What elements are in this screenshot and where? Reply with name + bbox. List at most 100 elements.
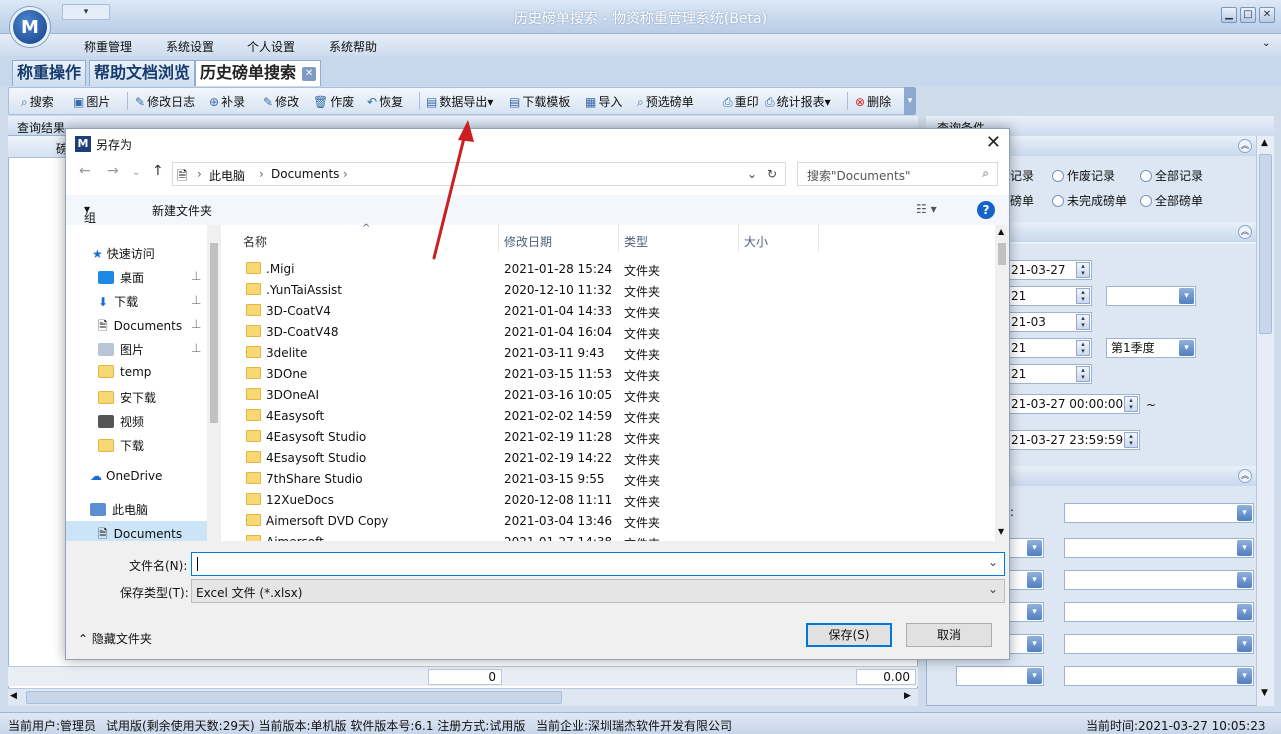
nav-onedrive[interactable]: ☁ OneDrive bbox=[90, 469, 162, 483]
file-row[interactable]: 4Easysoft 2021-02-02 14:59 文件夹 bbox=[242, 406, 802, 427]
chevron-down-icon[interactable]: ▾ bbox=[1027, 636, 1042, 652]
scroll-up-icon[interactable]: ▲ bbox=[1261, 138, 1268, 148]
quarter-year-field[interactable]: 21 ▴ ▾ bbox=[1006, 338, 1092, 358]
breadcrumb-documents[interactable]: Documents bbox=[271, 167, 339, 181]
chevron-down-icon[interactable]: ⌄ bbox=[988, 555, 998, 569]
nav-downloads-folder[interactable]: 下载 bbox=[98, 437, 144, 454]
tab-history-search[interactable]: 历史磅单搜索 ✕ bbox=[195, 60, 322, 86]
file-row[interactable]: 3D-CoatV4 2021-01-04 14:33 文件夹 bbox=[242, 301, 802, 322]
cancel-button[interactable]: 取消 bbox=[906, 623, 992, 647]
chevron-down-icon[interactable]: ▾ bbox=[1237, 540, 1252, 556]
end-datetime-field[interactable]: 21-03-27 23:59:59 ▴ ▾ bbox=[1006, 430, 1140, 450]
chevron-down-icon[interactable]: ▾ bbox=[1027, 668, 1042, 684]
save-button[interactable]: 保存(S) bbox=[806, 623, 892, 647]
minimize-button[interactable]: ▁ bbox=[1221, 7, 1237, 23]
file-row[interactable]: 12XueDocs 2020-12-08 11:11 文件夹 bbox=[242, 490, 802, 511]
chevron-down-icon[interactable]: ▾ bbox=[1237, 636, 1252, 652]
file-row[interactable]: 4Easysoft Studio 2021-02-19 11:28 文件夹 bbox=[242, 427, 802, 448]
nav-desktop[interactable]: 桌面 ⊥ bbox=[98, 269, 201, 286]
filter-select-4[interactable]: ▾ bbox=[1064, 602, 1254, 622]
chevron-down-icon[interactable]: ▾ bbox=[1179, 340, 1194, 356]
scroll-left-icon[interactable]: ◀ bbox=[10, 691, 17, 701]
menu-system-settings[interactable]: 系统设置 bbox=[166, 38, 214, 55]
data-export-button[interactable]: ▤ 数据导出▾ bbox=[426, 93, 493, 110]
radio-all-records[interactable]: 全部记录 bbox=[1140, 167, 1203, 184]
filter-op-select-4[interactable]: ▾ bbox=[1006, 602, 1044, 622]
back-arrow-icon[interactable]: ← bbox=[79, 163, 91, 179]
scroll-right-icon[interactable]: ▶ bbox=[904, 691, 911, 701]
filter-select-6[interactable]: ▾ bbox=[1064, 666, 1254, 686]
supplement-button[interactable]: ⊕ 补录 bbox=[209, 93, 245, 110]
delete-button[interactable]: ⊗ 删除 bbox=[855, 93, 891, 110]
organize-button[interactable]: 组织 ▾ bbox=[84, 202, 96, 242]
filter-op-select-2[interactable]: ▾ bbox=[1006, 538, 1044, 558]
month-field[interactable]: 21-03 ▴ ▾ bbox=[1006, 312, 1092, 332]
spinner-icon[interactable]: ▴ ▾ bbox=[1076, 262, 1090, 278]
chevron-down-icon[interactable]: ▾ bbox=[1027, 572, 1042, 588]
tab-weighing-operation[interactable]: 称重操作 bbox=[12, 60, 87, 86]
spinner-icon[interactable]: ▴ ▾ bbox=[1076, 340, 1090, 356]
right-vertical-scrollbar[interactable]: ▲ ▼ bbox=[1256, 136, 1274, 706]
file-row[interactable]: 3D-CoatV48 2021-01-04 16:04 文件夹 bbox=[242, 322, 802, 343]
chevron-down-icon[interactable]: ▾ bbox=[1237, 604, 1252, 620]
radio-tickets[interactable]: 磅单 bbox=[1010, 192, 1034, 209]
spinner-icon[interactable]: ▴ ▾ bbox=[1124, 396, 1138, 412]
close-button[interactable]: ✕ bbox=[1259, 7, 1275, 23]
filter-op-select-5[interactable]: ▾ bbox=[1006, 634, 1044, 654]
menu-personal-settings[interactable]: 个人设置 bbox=[247, 38, 295, 55]
scroll-thumb[interactable] bbox=[26, 691, 562, 704]
view-options-icon[interactable]: ☷ ▾ bbox=[916, 202, 937, 216]
nav-documents[interactable]: 🗎 Documents ⊥ bbox=[98, 317, 201, 338]
nav-downloads[interactable]: ⬇ 下载 ⊥ bbox=[98, 293, 201, 310]
spinner-icon[interactable]: ▴ ▾ bbox=[1076, 288, 1090, 304]
chevron-down-icon[interactable]: ▾ bbox=[1179, 288, 1194, 304]
file-list-scrollbar[interactable]: ▲ ▼ bbox=[995, 225, 1009, 541]
nav-videos[interactable]: 视频 bbox=[98, 413, 144, 430]
filename-input[interactable]: ⌄ bbox=[191, 552, 1005, 576]
radio-incomplete-tickets[interactable]: 未完成磅单 bbox=[1052, 192, 1127, 209]
up-arrow-icon[interactable]: ↑ bbox=[152, 163, 164, 179]
nav-temp[interactable]: temp bbox=[98, 365, 151, 379]
search-input[interactable]: 搜索"Documents" ⌕ bbox=[797, 162, 998, 186]
dialog-close-icon[interactable]: ✕ bbox=[986, 132, 1001, 153]
horizontal-scrollbar[interactable]: ◀ ▶ bbox=[8, 688, 918, 706]
spinner-icon[interactable]: ▴ ▾ bbox=[1124, 432, 1138, 448]
column-name[interactable]: 名称 bbox=[243, 233, 267, 250]
chevron-down-icon[interactable]: ▾ bbox=[1027, 604, 1042, 620]
image-button[interactable]: ▣ 图片 bbox=[73, 93, 110, 110]
app-logo[interactable]: M bbox=[10, 7, 50, 47]
radio-void-records[interactable]: 作废记录 bbox=[1052, 167, 1115, 184]
maximize-button[interactable]: □ bbox=[1240, 7, 1256, 23]
file-row[interactable]: Aimersoft DVD Copy 2021-03-04 13:46 文件夹 bbox=[242, 511, 802, 532]
column-type[interactable]: 类型 bbox=[624, 233, 648, 250]
collapse-icon[interactable]: ︽ bbox=[1238, 469, 1252, 483]
filter-select-1[interactable]: ▾ bbox=[1064, 503, 1254, 523]
collapse-icon[interactable]: ︽ bbox=[1238, 225, 1252, 239]
filetype-select[interactable]: Excel 文件 (*.xlsx) ⌄ bbox=[191, 579, 1005, 603]
start-datetime-field[interactable]: 21-03-27 00:00:00 ▴ ▾ bbox=[1006, 394, 1140, 414]
hide-folders-toggle[interactable]: ⌃ 隐藏文件夹 bbox=[78, 630, 152, 647]
nav-scrollbar[interactable] bbox=[207, 225, 221, 541]
file-row[interactable]: 3DOne 2021-03-15 11:53 文件夹 bbox=[242, 364, 802, 385]
breadcrumb-this-pc[interactable]: 此电脑 bbox=[209, 167, 245, 184]
filter-op-select-3[interactable]: ▾ bbox=[1006, 570, 1044, 590]
file-row[interactable]: 3delite 2021-03-11 9:43 文件夹 bbox=[242, 343, 802, 364]
help-icon[interactable]: ? bbox=[977, 201, 995, 219]
filter-select-5[interactable]: ▾ bbox=[1064, 634, 1254, 654]
chevron-down-icon[interactable]: ▾ bbox=[1237, 572, 1252, 588]
new-folder-button[interactable]: 新建文件夹 bbox=[152, 202, 212, 219]
menu-system-help[interactable]: 系统帮助 bbox=[329, 38, 377, 55]
collapse-icon[interactable]: ︽ bbox=[1238, 139, 1252, 153]
chevron-down-icon[interactable]: ▾ bbox=[1027, 540, 1042, 556]
file-row[interactable]: .YunTaiAssist 2020-12-10 11:32 文件夹 bbox=[242, 280, 802, 301]
scroll-thumb[interactable] bbox=[210, 243, 218, 423]
nav-pictures[interactable]: 图片 ⊥ bbox=[98, 341, 201, 358]
import-button[interactable]: ▦ 导入 bbox=[585, 93, 622, 110]
preselect-ticket-button[interactable]: ⌕ 预选磅单 bbox=[637, 93, 694, 110]
radio-all-tickets[interactable]: 全部磅单 bbox=[1140, 192, 1203, 209]
file-row[interactable]: 7thShare Studio 2021-03-15 9:55 文件夹 bbox=[242, 469, 802, 490]
close-tab-icon[interactable]: ✕ bbox=[302, 66, 317, 81]
void-button[interactable]: 🗑 作废 bbox=[313, 93, 354, 110]
period-select[interactable]: ▾ bbox=[1106, 286, 1196, 306]
spinner-icon[interactable]: ▴ ▾ bbox=[1076, 314, 1090, 330]
